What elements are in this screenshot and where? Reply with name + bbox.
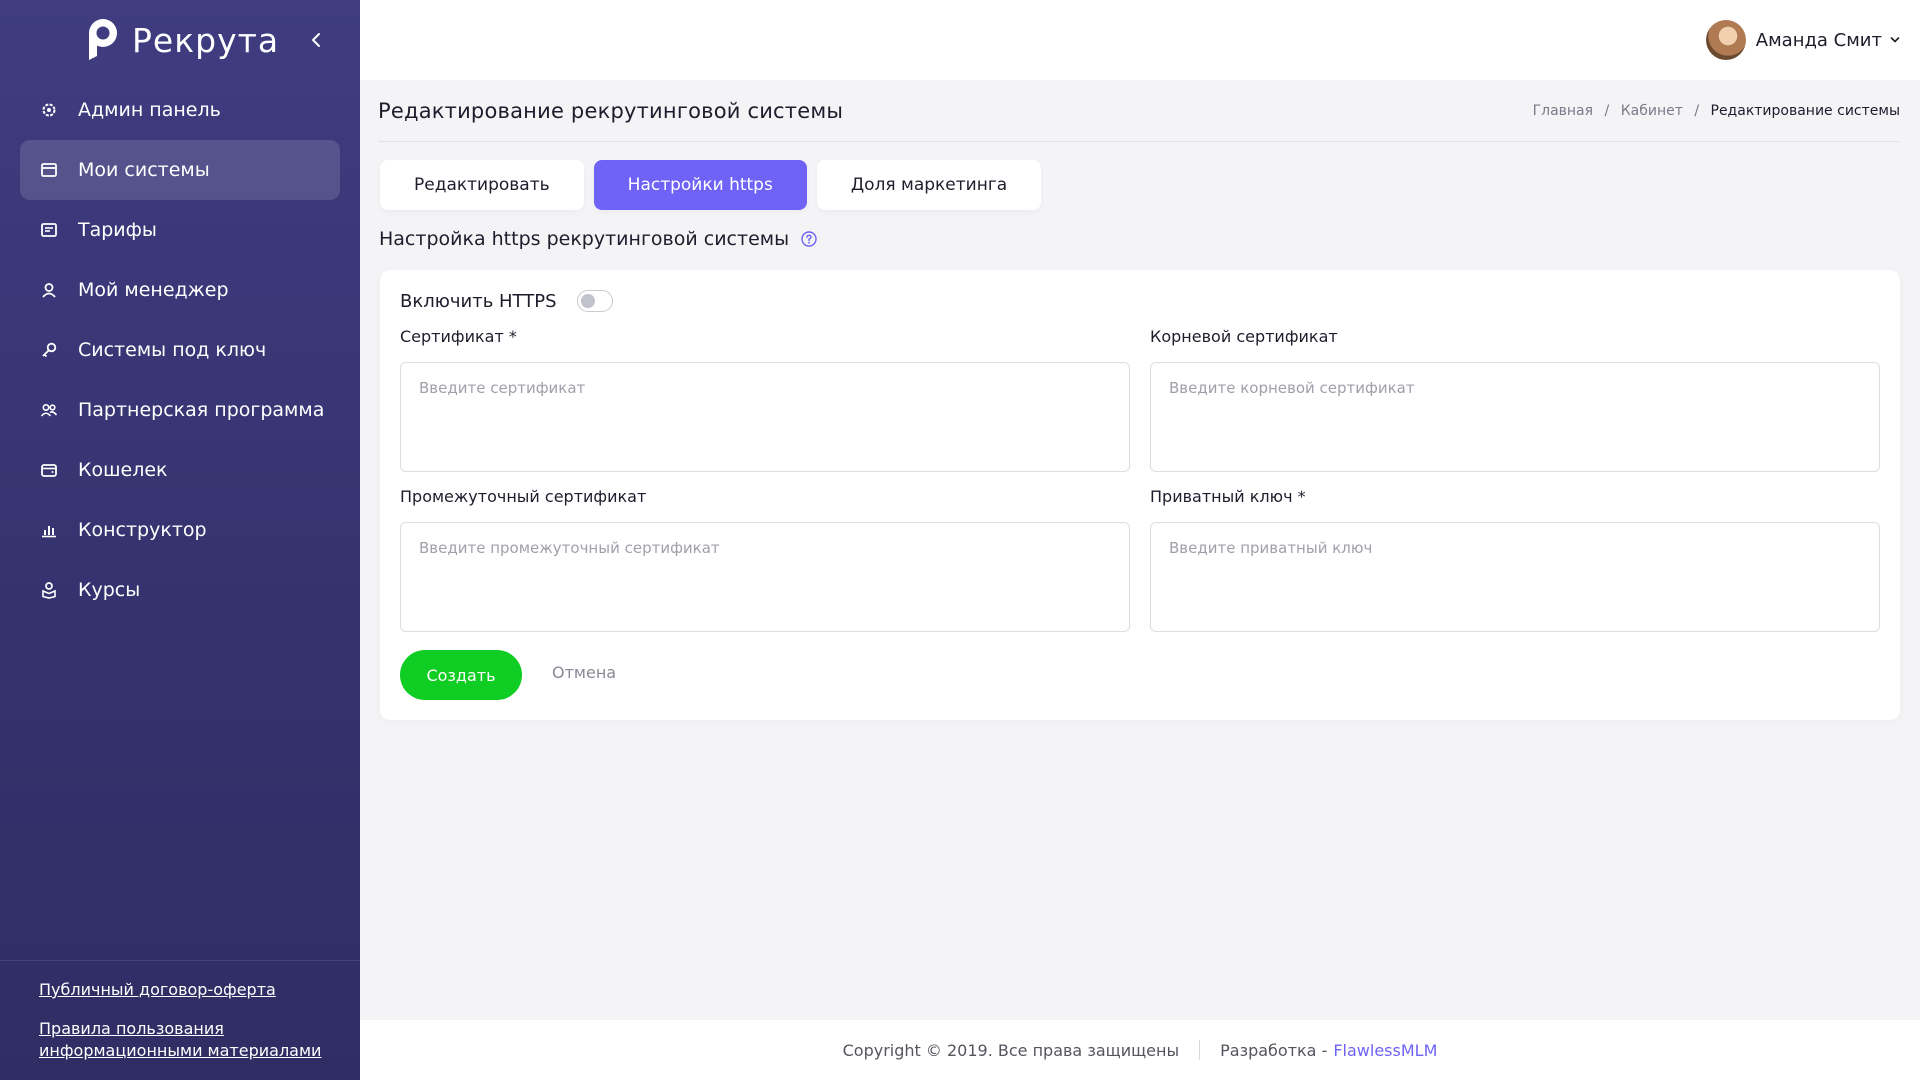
sidebar-item-my-manager[interactable]: Мой менеджер xyxy=(20,260,340,320)
avatar xyxy=(1705,20,1746,60)
sidebar-item-courses[interactable]: Курсы xyxy=(20,560,340,620)
sidebar-item-label: Партнерская программа xyxy=(78,399,325,421)
cancel-button[interactable]: Отмена xyxy=(552,663,616,682)
create-button[interactable]: Создать xyxy=(400,650,522,700)
developer-link[interactable]: FlawlessMLM xyxy=(1333,1041,1437,1060)
usage-rules-link[interactable]: Правила пользования информационными мате… xyxy=(39,1018,329,1062)
tabs: Редактировать Настройки https Доля марке… xyxy=(380,160,1042,210)
user-menu[interactable]: Аманда Смит xyxy=(1705,20,1900,60)
tab-edit[interactable]: Редактировать xyxy=(380,160,584,210)
topbar: Аманда Смит xyxy=(360,0,1920,80)
page-header: Редактирование рекрутинговой системы Гла… xyxy=(378,80,1900,142)
https-toggle-label: Включить HTTPS xyxy=(400,290,557,312)
wallet-icon xyxy=(40,461,58,479)
window-icon xyxy=(40,161,58,179)
sidebar-item-label: Мой менеджер xyxy=(78,279,229,301)
certificate-field: Сертификат * xyxy=(400,326,1130,476)
sidebar-item-label: Мои системы xyxy=(78,159,210,181)
sidebar-footer: Публичный договор-оферта Правила пользов… xyxy=(0,960,360,1062)
p-logo-icon xyxy=(89,19,117,60)
sidebar-item-constructor[interactable]: Конструктор xyxy=(20,500,340,560)
intermediate-certificate-input[interactable] xyxy=(400,522,1130,632)
certificate-input[interactable] xyxy=(400,362,1130,472)
manager-icon xyxy=(40,281,58,299)
root-certificate-field: Корневой сертификат xyxy=(1150,326,1880,476)
breadcrumb-separator: / xyxy=(1604,102,1610,119)
gear-icon xyxy=(40,101,58,119)
copyright-text: Copyright © 2019. Все права защищены xyxy=(842,1040,1180,1060)
page-title: Редактирование рекрутинговой системы xyxy=(378,98,844,123)
partners-icon xyxy=(40,401,58,419)
intermediate-certificate-field: Промежуточный сертификат xyxy=(400,486,1130,636)
sidebar-item-turnkey-systems[interactable]: Системы под ключ xyxy=(20,320,340,380)
https-toggle-row: Включить HTTPS xyxy=(400,288,613,314)
https-toggle[interactable] xyxy=(576,290,613,312)
sidebar-item-label: Тарифы xyxy=(78,219,157,241)
private-key-input[interactable] xyxy=(1150,522,1880,632)
breadcrumb-current: Редактирование системы xyxy=(1710,102,1901,119)
sidebar-item-tariffs[interactable]: Тарифы xyxy=(20,200,340,260)
tab-marketing-share[interactable]: Доля маркетинга xyxy=(816,160,1042,210)
help-circle-icon[interactable] xyxy=(801,231,817,247)
breadcrumb-separator: / xyxy=(1694,102,1700,119)
intermediate-certificate-label: Промежуточный сертификат xyxy=(400,487,647,506)
bar-chart-icon xyxy=(40,521,58,539)
tab-https-settings[interactable]: Настройки https xyxy=(593,160,807,210)
page-footer: Copyright © 2019. Все права защищены Раз… xyxy=(360,1020,1920,1080)
developer-prefix: Разработка - xyxy=(1220,1040,1328,1060)
root-certificate-label: Корневой сертификат xyxy=(1150,327,1338,346)
user-name: Аманда Смит xyxy=(1755,29,1882,51)
private-key-field: Приватный ключ * xyxy=(1150,486,1880,636)
breadcrumb-home[interactable]: Главная xyxy=(1533,103,1593,119)
breadcrumb-cabinet[interactable]: Кабинет xyxy=(1621,103,1683,119)
section-title-text: Настройка https рекрутинговой системы xyxy=(379,228,790,250)
sidebar-item-label: Конструктор xyxy=(78,519,207,541)
sidebar-item-wallet[interactable]: Кошелек xyxy=(20,440,340,500)
root-certificate-input[interactable] xyxy=(1150,362,1880,472)
https-settings-card: Включить HTTPS Сертификат * Корневой сер… xyxy=(380,270,1900,720)
sidebar-item-my-systems[interactable]: Мои системы xyxy=(20,140,340,200)
sidebar-item-label: Админ панель xyxy=(78,99,221,121)
brand-name: Рекрута xyxy=(132,20,280,60)
section-title: Настройка https рекрутинговой системы xyxy=(379,226,817,252)
sidebar-item-label: Кошелек xyxy=(78,459,168,481)
pricing-card-icon xyxy=(40,221,58,239)
private-key-label: Приватный ключ * xyxy=(1150,487,1306,506)
brand[interactable]: Рекрута xyxy=(86,18,279,62)
key-icon xyxy=(40,341,58,359)
toggle-knob xyxy=(580,294,595,308)
public-offer-link[interactable]: Публичный договор-оферта xyxy=(39,979,329,1001)
sidebar-item-label: Системы под ключ xyxy=(78,339,267,361)
sidebar-collapse-button[interactable] xyxy=(306,28,326,52)
sidebar-item-label: Курсы xyxy=(78,579,141,601)
certificate-label: Сертификат * xyxy=(400,327,517,346)
sidebar-item-admin-panel[interactable]: Админ панель xyxy=(20,80,340,140)
courses-icon xyxy=(40,581,58,599)
sidebar-item-partner-program[interactable]: Партнерская программа xyxy=(20,380,340,440)
sidebar-nav: Админ панель Мои системы Тарифы Мой мене… xyxy=(20,80,340,620)
breadcrumb: Главная / Кабинет / Редактирование систе… xyxy=(1533,103,1900,119)
footer-divider xyxy=(1199,1040,1201,1060)
sidebar: Рекрута Админ панель Мои системы Тарифы xyxy=(0,0,360,1080)
chevron-down-icon xyxy=(1890,37,1900,43)
chevron-left-icon xyxy=(311,33,320,47)
